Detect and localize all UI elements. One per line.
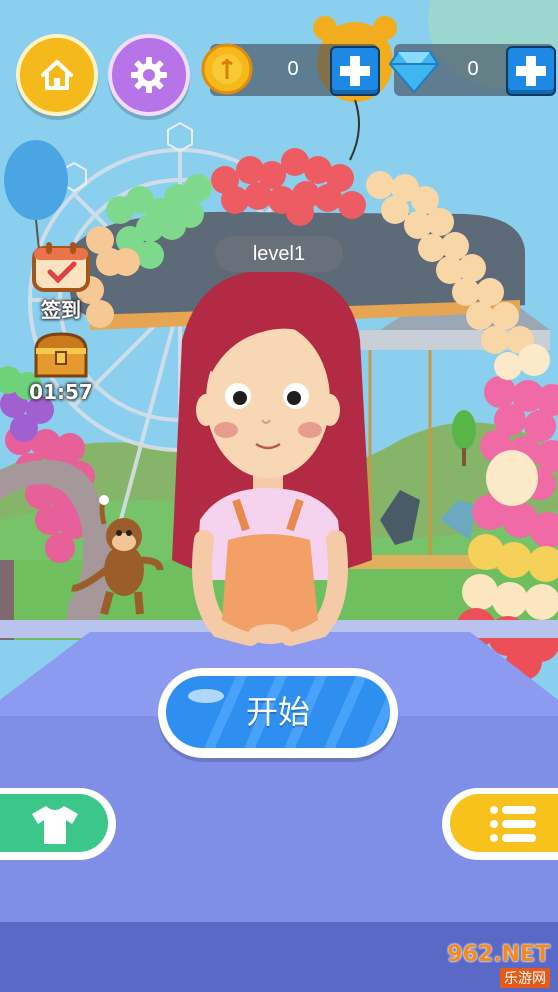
start-button[interactable]: 开始 — [158, 668, 398, 758]
diamond-icon — [388, 51, 440, 94]
level-indicator: level1 — [215, 236, 343, 272]
gear-icon — [131, 57, 167, 93]
add-coins-button[interactable] — [330, 46, 380, 96]
gem-counter: 0 — [388, 44, 556, 96]
watermark-brand: 962.NET — [447, 942, 550, 967]
start-button-face: 开始 — [166, 676, 390, 748]
coin-counter: 0 — [201, 43, 380, 96]
chest-timer: 01:57 — [29, 380, 93, 404]
tshirt-icon — [32, 806, 78, 844]
list-button-face — [450, 794, 558, 852]
wardrobe-button-face — [0, 794, 108, 852]
list-icon — [490, 806, 536, 842]
watermark: 962.NET 乐游网 — [420, 942, 554, 988]
add-gems-button[interactable] — [506, 46, 556, 96]
start-button-label: 开始 — [245, 693, 310, 731]
home-icon — [41, 60, 73, 90]
home-button[interactable] — [16, 34, 98, 116]
coin-count: 0 — [287, 58, 299, 80]
wardrobe-button[interactable] — [0, 788, 116, 860]
plus-icon — [340, 56, 370, 86]
checkin-button[interactable]: 签到 — [22, 240, 100, 323]
watermark-sub: 乐游网 — [500, 968, 550, 988]
list-button[interactable] — [442, 788, 558, 860]
calendar-check-icon — [32, 242, 90, 292]
gem-count: 0 — [467, 58, 479, 80]
settings-button[interactable] — [108, 34, 190, 116]
coin-icon — [201, 43, 253, 95]
treasure-chest-button[interactable]: 01:57 — [22, 330, 100, 404]
girl-character — [172, 270, 372, 646]
treasure-chest-icon — [34, 332, 88, 378]
checkin-label: 签到 — [41, 298, 81, 322]
plus-icon — [516, 56, 546, 86]
